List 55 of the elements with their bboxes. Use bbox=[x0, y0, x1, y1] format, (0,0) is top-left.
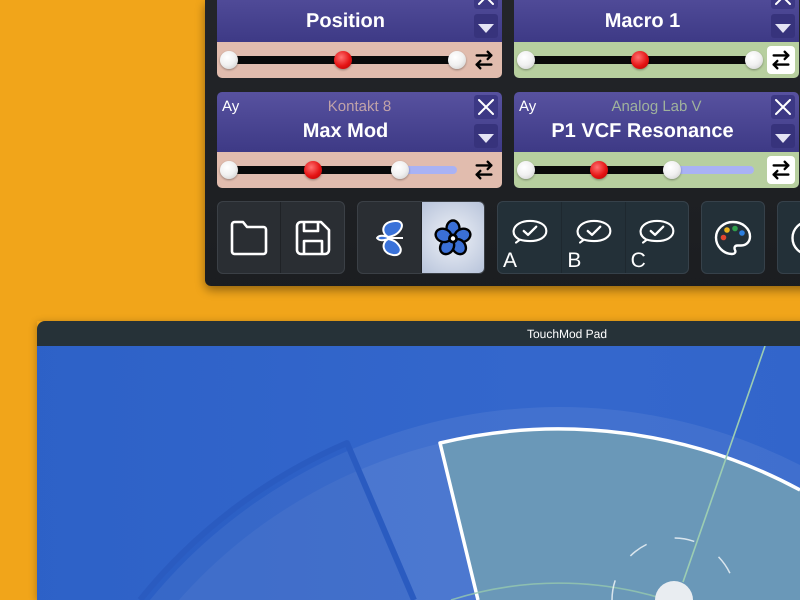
close-button[interactable] bbox=[771, 95, 795, 119]
caret-down-icon bbox=[478, 134, 494, 142]
slider-max-thumb[interactable] bbox=[391, 161, 409, 179]
dropdown-button[interactable] bbox=[771, 14, 795, 38]
swap-arrows-icon bbox=[770, 49, 792, 71]
dropdown-button[interactable] bbox=[474, 124, 498, 148]
check-bubble-icon bbox=[574, 219, 612, 244]
selected-pad-sector[interactable] bbox=[438, 427, 800, 600]
snapshot-button[interactable]: B bbox=[561, 202, 625, 273]
swap-button[interactable] bbox=[767, 156, 795, 184]
axis-label: Ay bbox=[519, 98, 536, 115]
flower-icon bbox=[434, 218, 472, 256]
swap-arrows-icon bbox=[770, 159, 792, 181]
close-icon bbox=[775, 99, 791, 115]
slider-max-thumb[interactable] bbox=[448, 51, 466, 69]
snapshot-button[interactable]: A bbox=[498, 202, 562, 273]
dropdown-button[interactable] bbox=[474, 14, 498, 38]
slider-min-thumb[interactable] bbox=[220, 51, 238, 69]
axis-label: Ay bbox=[222, 98, 240, 115]
instrument-label: Kontakt 8 bbox=[328, 98, 392, 115]
folder-icon bbox=[230, 220, 268, 256]
window-title: TouchMod Pad bbox=[526, 326, 608, 342]
range-slider[interactable] bbox=[517, 51, 763, 69]
close-button[interactable] bbox=[474, 95, 498, 119]
dropdown-button[interactable] bbox=[771, 124, 795, 148]
parameter-title: Macro 1 bbox=[604, 9, 682, 33]
cursor-handle[interactable] bbox=[655, 581, 693, 600]
butterfly-icon bbox=[374, 218, 404, 256]
caret-down-icon bbox=[478, 24, 494, 32]
slider-max-thumb[interactable] bbox=[662, 161, 681, 179]
swap-arrows-icon bbox=[473, 49, 495, 71]
snapshot-button[interactable]: C bbox=[624, 202, 688, 273]
instrument-label: Analog Lab V bbox=[611, 98, 702, 115]
slider-value-thumb[interactable] bbox=[631, 51, 649, 69]
parameter-title: P1 VCF Resonance bbox=[550, 119, 735, 143]
swap-button[interactable] bbox=[767, 46, 795, 74]
flower-mode-button[interactable] bbox=[421, 202, 484, 273]
palette-icon bbox=[714, 220, 752, 256]
check-bubble-icon bbox=[638, 219, 676, 244]
slider-value-thumb[interactable] bbox=[304, 161, 322, 179]
slider-min-thumb[interactable] bbox=[517, 161, 535, 179]
caret-down-icon bbox=[775, 24, 791, 32]
slider-value-thumb[interactable] bbox=[334, 51, 352, 69]
caret-down-icon bbox=[775, 134, 791, 142]
slider-max-thumb[interactable] bbox=[745, 51, 763, 69]
parameter-title: Max Mod bbox=[302, 119, 390, 143]
parameter-title: Position bbox=[305, 9, 386, 33]
slider-min-thumb[interactable] bbox=[517, 51, 535, 69]
check-bubble-icon bbox=[510, 219, 549, 244]
close-icon bbox=[478, 99, 494, 115]
slider-min-thumb[interactable] bbox=[220, 161, 238, 179]
save-icon bbox=[294, 220, 330, 256]
range-slider[interactable] bbox=[220, 51, 466, 69]
swap-arrows-icon bbox=[473, 159, 495, 181]
slider-value-thumb[interactable] bbox=[590, 161, 608, 179]
